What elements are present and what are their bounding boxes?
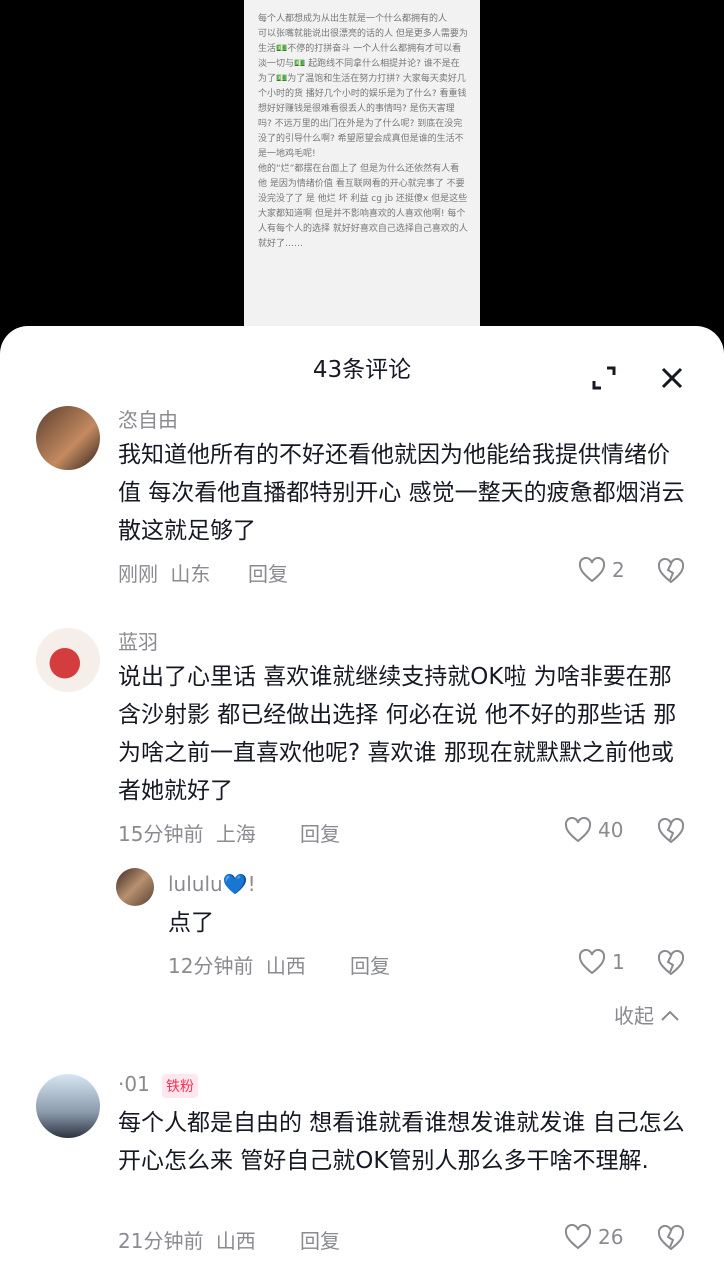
like-count: 40 <box>598 818 624 842</box>
avatar[interactable] <box>36 628 100 692</box>
broken-heart-icon[interactable] <box>656 816 686 846</box>
comment-meta: 12分钟前 山西 <box>168 950 306 979</box>
heart-icon <box>564 1224 592 1250</box>
comment-author[interactable]: 蓝羽 <box>118 626 158 655</box>
collapse-label: 收起 <box>614 1004 654 1028</box>
comment-author[interactable]: 恣自由 <box>118 404 178 433</box>
comment-time: 15分钟前 <box>118 822 204 846</box>
comment-location: 山西 <box>265 954 306 978</box>
comment-time: 刚刚 <box>118 562 158 586</box>
like-button[interactable]: 26 <box>564 1224 623 1250</box>
heart-icon <box>578 557 606 583</box>
avatar[interactable] <box>36 1074 100 1138</box>
comment-time: 21分钟前 <box>118 1229 204 1253</box>
like-button[interactable]: 2 <box>578 557 625 583</box>
reply-button[interactable]: 回复 <box>300 818 340 847</box>
reply-button[interactable]: 回复 <box>300 1225 340 1254</box>
comment-location: 上海 <box>215 822 256 846</box>
comment-meta: 21分钟前 山西 <box>118 1225 256 1254</box>
heart-icon <box>578 949 606 975</box>
like-button[interactable]: 40 <box>564 817 623 843</box>
comment-location: 山东 <box>170 562 211 586</box>
post-preview-text: 每个人都想成为从出生就是一个什么都拥有的人 可以张嘴就能说出很漂亮的话的人 但是… <box>258 14 468 249</box>
chevron-up-icon <box>661 1010 679 1021</box>
like-count: 1 <box>612 950 625 974</box>
expand-icon[interactable] <box>590 364 618 392</box>
avatar[interactable] <box>116 868 154 906</box>
fan-badge: 铁粉 <box>162 1074 198 1098</box>
heart-icon <box>564 817 592 843</box>
close-icon[interactable] <box>658 364 686 392</box>
comment-text: 点了 <box>168 910 214 936</box>
like-count: 2 <box>612 558 625 582</box>
broken-heart-icon[interactable] <box>656 1223 686 1253</box>
reply-button[interactable]: 回复 <box>248 558 288 587</box>
reply-button[interactable]: 回复 <box>350 950 390 979</box>
comment-location: 山西 <box>215 1229 256 1253</box>
comment-author[interactable]: lululu💙! <box>168 872 256 896</box>
broken-heart-icon[interactable] <box>656 556 686 586</box>
comment-time: 12分钟前 <box>168 954 254 978</box>
comment-text: 我知道他所有的不好还看他就因为他能给我提供情绪价值 每次看他直播都特别开心 感觉… <box>118 442 685 544</box>
comment-text: 说出了心里话 喜欢谁就继续支持就OK啦 为啥非要在那含沙射影 都已经做出选择 何… <box>118 664 677 804</box>
comment-meta: 刚刚 山东 <box>118 558 210 587</box>
avatar[interactable] <box>36 406 100 470</box>
comment-author[interactable]: ·01 <box>118 1072 150 1096</box>
comment-text: 每个人都是自由的 想看谁就看谁想发谁就发谁 自己怎么开心怎么来 管好自己就OK管… <box>118 1110 685 1174</box>
broken-heart-icon[interactable] <box>656 948 686 978</box>
like-count: 26 <box>598 1225 624 1249</box>
comment-meta: 15分钟前 上海 <box>118 818 256 847</box>
like-button[interactable]: 1 <box>578 949 625 975</box>
collapse-replies-button[interactable]: 收起 <box>614 1000 680 1029</box>
